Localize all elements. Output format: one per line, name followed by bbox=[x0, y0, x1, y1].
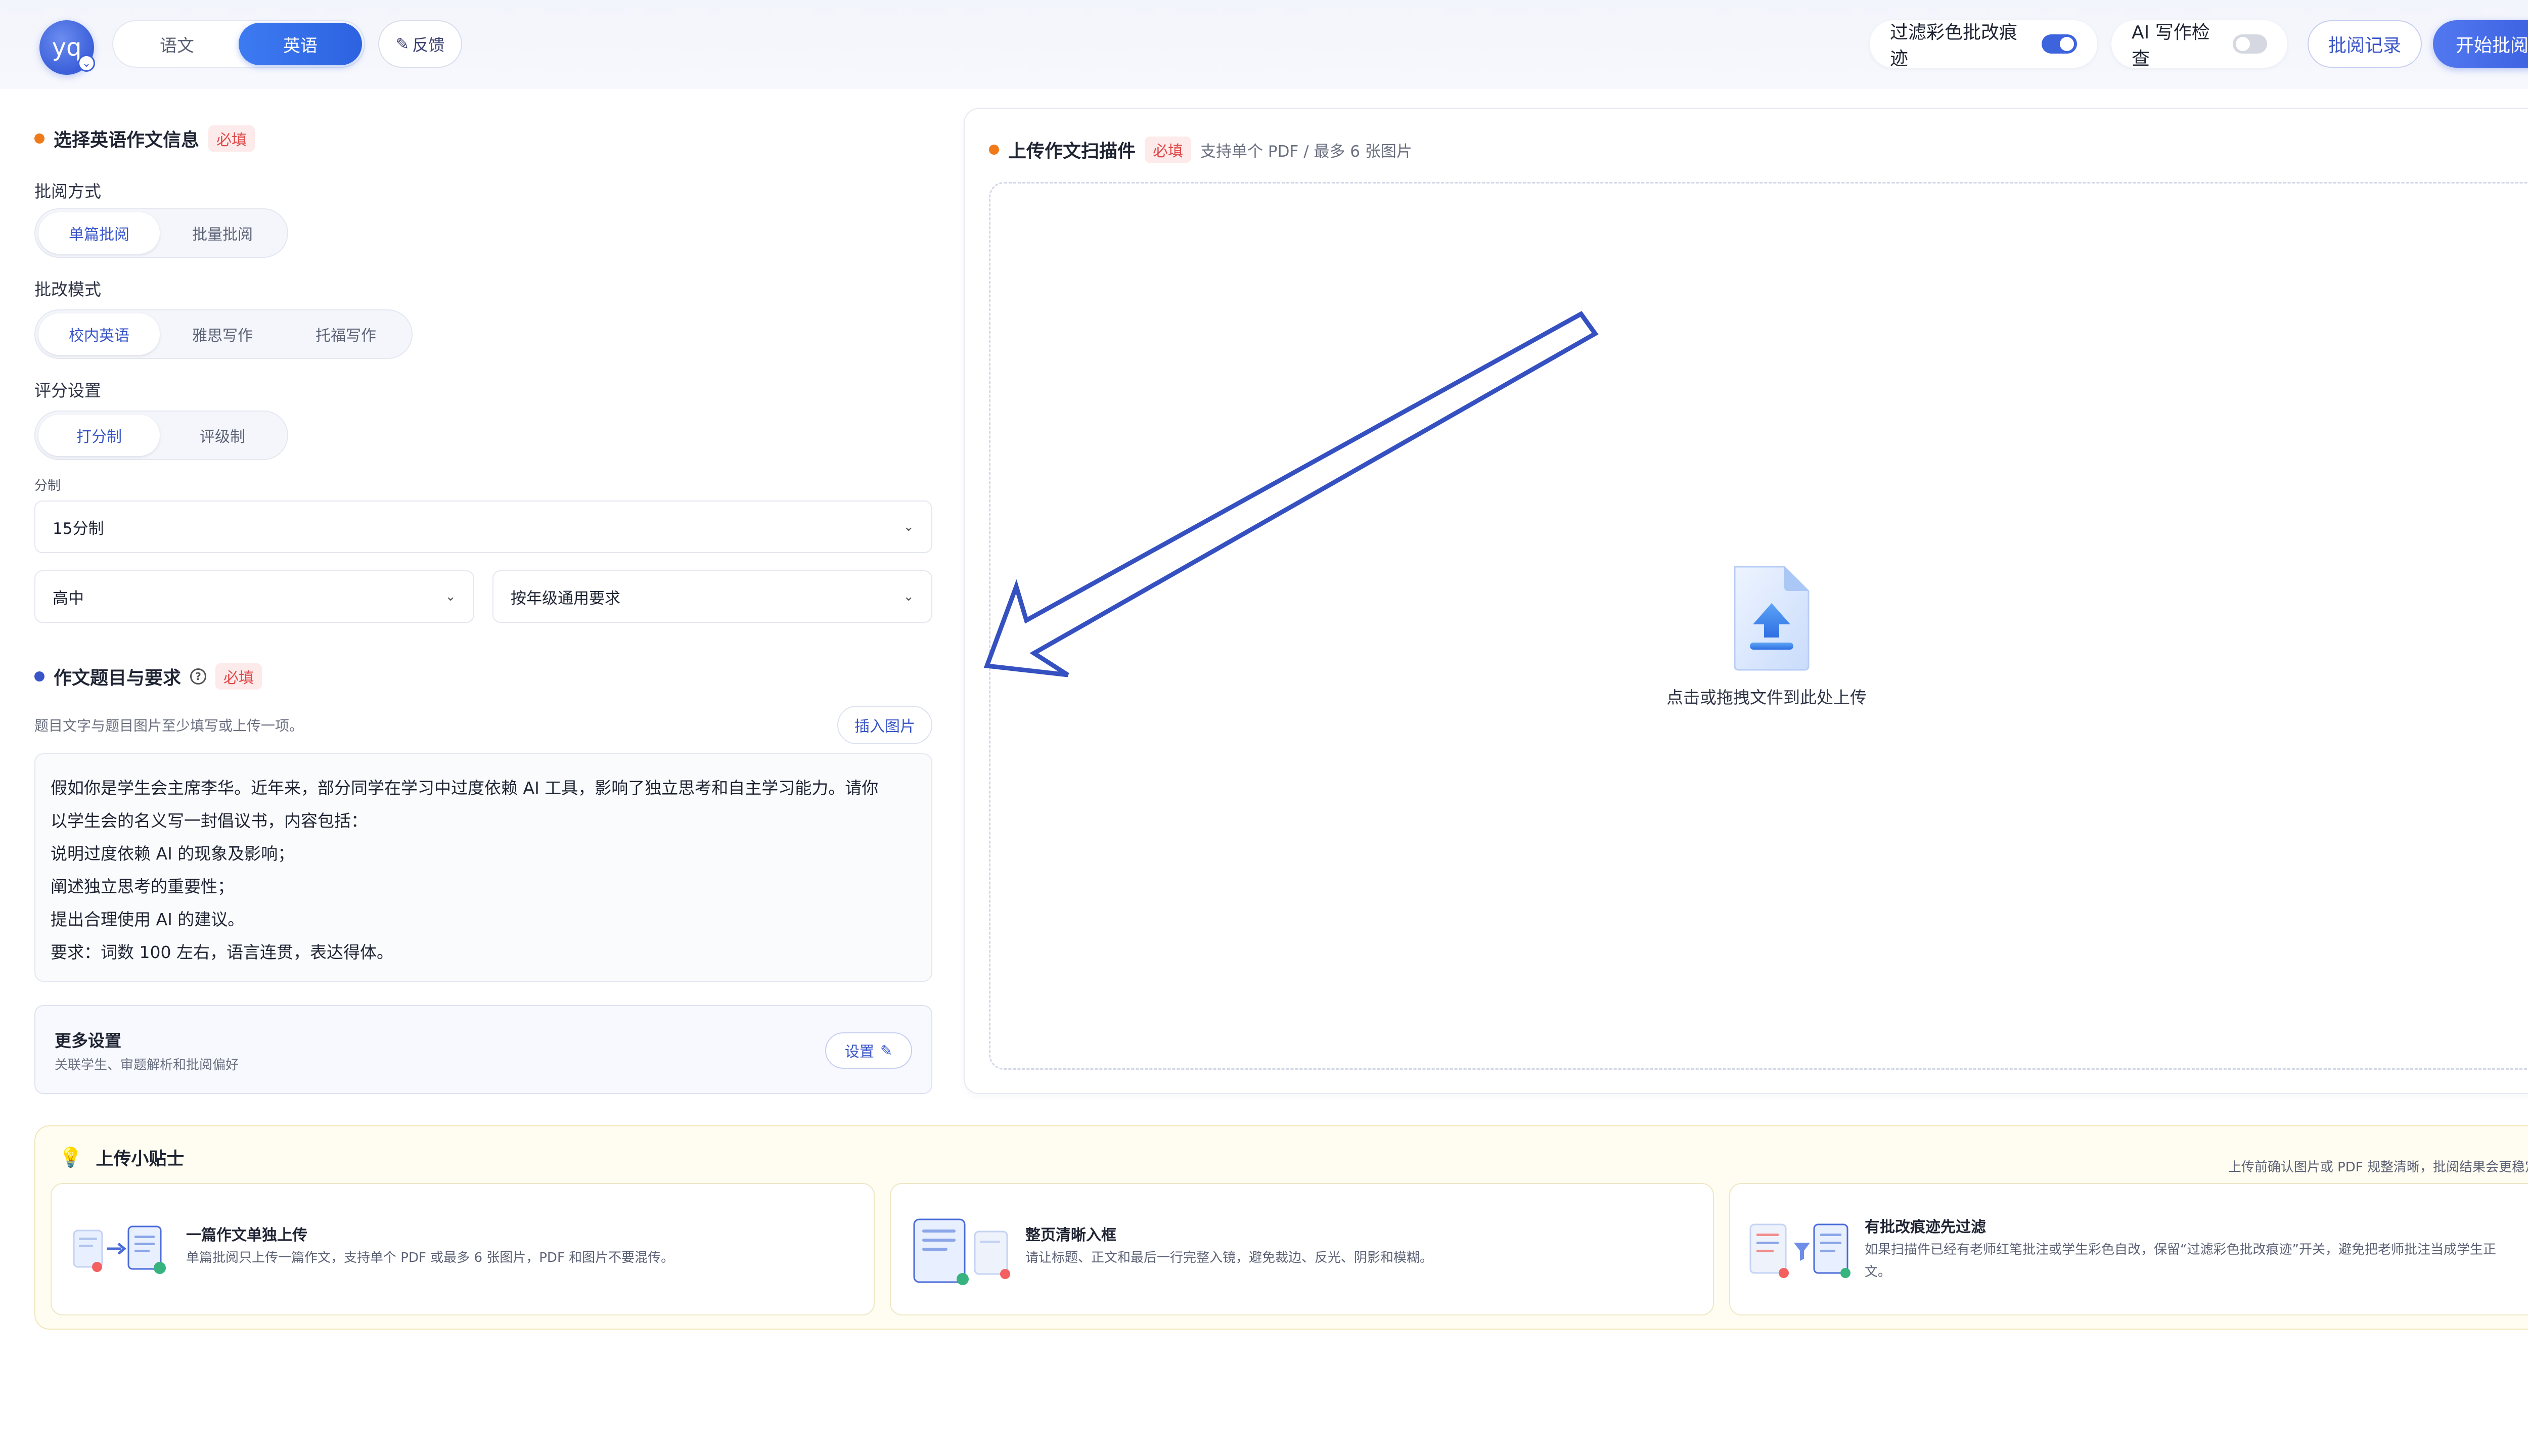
info-title: 选择英语作文信息 bbox=[54, 130, 200, 151]
tip-title: 整页清晰入框 bbox=[1025, 1226, 1116, 1244]
upload-file-icon bbox=[1734, 566, 1810, 671]
required-badge: 必填 bbox=[208, 125, 255, 152]
edit-icon: ✎ bbox=[880, 1042, 893, 1059]
prompt-line: 要求：词数 100 左右，语言连贯，表达得体。 bbox=[51, 942, 393, 962]
method-batch[interactable]: 批量批阅 bbox=[162, 212, 283, 254]
tip-desc: 单篇批阅只上传一篇作文，支持单个 PDF 或最多 6 张图片，PDF 和图片不要… bbox=[186, 1250, 674, 1265]
filter-marks-label: 过滤彩色批改痕迹 bbox=[1890, 22, 2018, 69]
mode-school-english[interactable]: 校内英语 bbox=[38, 313, 160, 355]
prompt-line: 提出合理使用 AI 的建议。 bbox=[51, 909, 245, 929]
ai-check-toggle[interactable]: AI 写作检查 bbox=[2111, 20, 2287, 69]
annotation-arrow bbox=[983, 311, 1599, 677]
filter-marks-icon bbox=[1749, 1223, 1850, 1278]
feedback-label: 反馈 bbox=[412, 35, 445, 55]
filter-marks-switch[interactable] bbox=[2042, 34, 2077, 54]
info-section-title: 选择英语作文信息 必填 bbox=[34, 125, 255, 152]
user-avatar[interactable]: yq ⌄ bbox=[39, 20, 95, 75]
tips-note: 上传前确认图片或 PDF 规整清晰，批阅结果会更稳定。 bbox=[2228, 1160, 2528, 1175]
tip-desc-line: 如果扫描件已经有老师红笔批注或学生彩色自改，保留“过滤彩色批改痕迹”开关，避免把… bbox=[1865, 1242, 2496, 1257]
filter-marks-toggle[interactable]: 过滤彩色批改痕迹 bbox=[1870, 20, 2097, 69]
requirement-select[interactable]: 按年级通用要求 ⌄ bbox=[492, 570, 932, 623]
chevron-down-icon: ⌄ bbox=[903, 589, 914, 604]
chevron-down-icon: ⌄ bbox=[78, 55, 95, 72]
more-settings-title: 更多设置 bbox=[55, 1031, 121, 1051]
single-upload-icon bbox=[73, 1225, 166, 1274]
scale-value: 15分制 bbox=[53, 519, 104, 538]
chevron-down-icon: ⌄ bbox=[903, 519, 914, 534]
method-label: 批阅方式 bbox=[34, 181, 101, 201]
orange-dot-icon bbox=[34, 133, 44, 144]
tip-desc: 如果扫描件已经有老师红笔批注或学生彩色自改，保留“过滤彩色批改痕迹”开关，避免把… bbox=[1865, 1239, 2528, 1283]
tip-title: 一篇作文单独上传 bbox=[186, 1226, 307, 1244]
tip-card: 有批改痕迹先过滤 如果扫描件已经有老师红笔批注或学生彩色自改，保留“过滤彩色批改… bbox=[1729, 1183, 2528, 1315]
score-label: 评分设置 bbox=[34, 381, 101, 400]
tips-title: 上传小贴士 bbox=[96, 1149, 185, 1169]
tip-card: 一篇作文单独上传 单篇批阅只上传一篇作文，支持单个 PDF 或最多 6 张图片，… bbox=[51, 1183, 875, 1315]
ai-check-label: AI 写作检查 bbox=[2132, 22, 2210, 69]
method-single[interactable]: 单篇批阅 bbox=[38, 212, 160, 254]
settings-label: 设置 bbox=[844, 1043, 874, 1060]
prompt-title: 作文题目与要求 bbox=[54, 668, 182, 689]
tip-title: 有批改痕迹先过滤 bbox=[1865, 1218, 1986, 1236]
tab-chinese[interactable]: 语文 bbox=[115, 23, 239, 65]
full-page-icon bbox=[913, 1218, 1010, 1285]
upload-support: 支持单个 PDF / 最多 6 张图片 bbox=[1200, 142, 1412, 161]
avatar-text: yq bbox=[52, 33, 82, 62]
scale-select[interactable]: 15分制 ⌄ bbox=[34, 500, 932, 553]
lightbulb-icon: 💡 bbox=[59, 1146, 83, 1168]
required-badge: 必填 bbox=[1145, 136, 1192, 163]
blue-dot-icon bbox=[34, 671, 44, 681]
prompt-line: 说明过度依赖 AI 的现象及影响； bbox=[51, 844, 295, 863]
insert-image-button[interactable]: 插入图片 bbox=[837, 706, 932, 744]
required-badge: 必填 bbox=[215, 663, 262, 690]
more-settings-card: 更多设置 关联学生、审题解析和批阅偏好 设置 ✎ bbox=[34, 1005, 932, 1094]
scale-label: 分制 bbox=[34, 478, 61, 493]
mode-label: 批改模式 bbox=[34, 280, 101, 299]
prompt-line: 以学生会的名义写一封倡议书，内容包括： bbox=[51, 811, 368, 831]
orange-dot-icon bbox=[989, 145, 999, 155]
ai-check-switch[interactable] bbox=[2233, 34, 2267, 54]
score-points[interactable]: 打分制 bbox=[38, 415, 160, 456]
upload-section-title: 上传作文扫描件 必填 支持单个 PDF / 最多 6 张图片 bbox=[989, 136, 1412, 163]
subject-toggle: 语文 英语 bbox=[112, 20, 365, 68]
edit-icon: ✎ bbox=[395, 34, 410, 54]
prompt-line: 阐述独立思考的重要性； bbox=[51, 877, 234, 896]
mode-segment: 校内英语 雅思写作 托福写作 bbox=[34, 309, 413, 359]
mode-toefl[interactable]: 托福写作 bbox=[285, 313, 407, 355]
settings-button[interactable]: 设置 ✎ bbox=[825, 1032, 912, 1069]
upload-title: 上传作文扫描件 bbox=[1008, 141, 1136, 162]
prompt-section-title: 作文题目与要求 ? 必填 bbox=[34, 663, 262, 690]
prompt-textarea[interactable]: 假如你是学生会主席李华。近年来，部分同学在学习中过度依赖 AI 工具，影响了独立… bbox=[34, 753, 932, 982]
grade-value: 高中 bbox=[53, 589, 84, 608]
method-segment: 单篇批阅 批量批阅 bbox=[34, 208, 288, 258]
tip-desc: 请让标题、正文和最后一行完整入镜，避免裁边、反光、阴影和模糊。 bbox=[1025, 1250, 1433, 1265]
drop-text: 点击或拖拽文件到此处上传 bbox=[1666, 688, 1867, 707]
tip-card: 整页清晰入框 请让标题、正文和最后一行完整入镜，避免裁边、反光、阴影和模糊。 bbox=[890, 1183, 1714, 1315]
more-settings-desc: 关联学生、审题解析和批阅偏好 bbox=[55, 1058, 239, 1073]
question-circle-icon[interactable]: ? bbox=[190, 668, 207, 685]
mode-ielts[interactable]: 雅思写作 bbox=[162, 313, 283, 355]
tip-desc-line: 文。 bbox=[1865, 1264, 1891, 1280]
start-review-button[interactable]: 开始批阅 bbox=[2433, 20, 2528, 68]
history-button[interactable]: 批阅记录 bbox=[2308, 20, 2422, 68]
tips-header: 💡 上传小贴士 bbox=[59, 1145, 184, 1170]
tab-english[interactable]: 英语 bbox=[239, 23, 362, 65]
requirement-value: 按年级通用要求 bbox=[511, 589, 620, 608]
chevron-down-icon: ⌄ bbox=[445, 589, 456, 604]
score-grade[interactable]: 评级制 bbox=[162, 415, 283, 456]
feedback-button[interactable]: ✎ 反馈 bbox=[378, 20, 462, 68]
grade-select[interactable]: 高中 ⌄ bbox=[34, 570, 474, 623]
prompt-line: 假如你是学生会主席李华。近年来，部分同学在学习中过度依赖 AI 工具，影响了独立… bbox=[51, 778, 879, 798]
prompt-hint: 题目文字与题目图片至少填写或上传一项。 bbox=[34, 717, 304, 734]
score-segment: 打分制 评级制 bbox=[34, 411, 288, 460]
